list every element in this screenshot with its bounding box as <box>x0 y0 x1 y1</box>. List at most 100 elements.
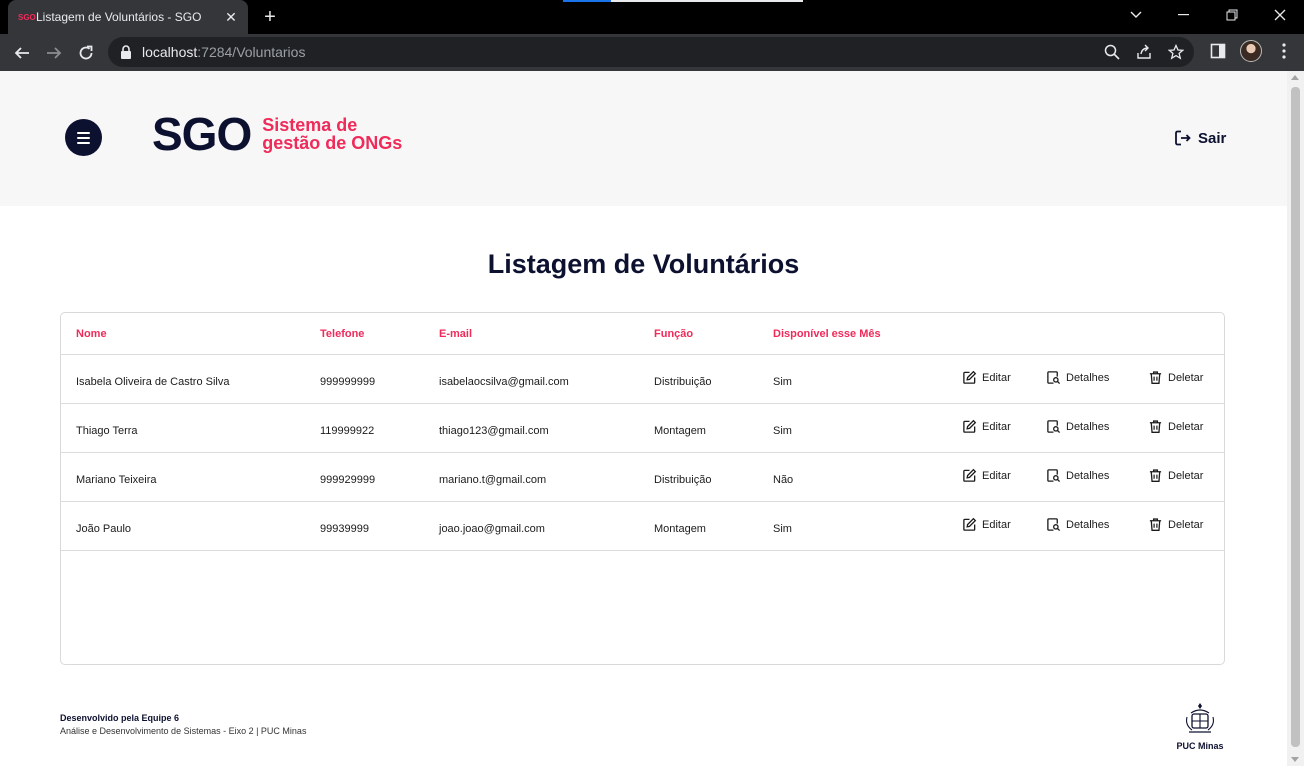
browser-tab[interactable]: SGO Listagem de Voluntários - SGO ✕ <box>8 0 248 34</box>
table-row: João Paulo 99939999 joao.joao@gmail.com … <box>61 502 1224 551</box>
trash-icon <box>1149 469 1162 482</box>
share-icon[interactable] <box>1134 42 1154 62</box>
url-path: :7284/Voluntarios <box>197 44 306 60</box>
logo-mark: SGO <box>152 108 252 160</box>
cell-email: isabelaocsilva@gmail.com <box>439 376 569 388</box>
column-header-funcao: Função <box>654 328 694 340</box>
edit-button[interactable]: Editar <box>962 370 1011 385</box>
scroll-down-arrow-icon[interactable] <box>1291 757 1299 762</box>
scrollbar-thumb[interactable] <box>1291 87 1300 747</box>
browser-toolbar: localhost:7284/Voluntarios <box>0 34 1304 71</box>
table-row: Mariano Teixeira 999929999 mariano.t@gma… <box>61 453 1224 502</box>
scroll-up-arrow-icon[interactable] <box>1291 75 1299 80</box>
bookmark-star-icon[interactable] <box>1166 42 1186 62</box>
puc-logo-text: PUC Minas <box>1176 741 1224 751</box>
cell-email: thiago123@gmail.com <box>439 425 549 437</box>
hamburger-line <box>77 136 90 139</box>
delete-button[interactable]: Deletar <box>1148 517 1203 532</box>
table-row: Thiago Terra 119999922 thiago123@gmail.c… <box>61 404 1224 453</box>
details-button[interactable]: Detalhes <box>1046 468 1109 483</box>
details-icon <box>1047 420 1061 434</box>
cell-funcao: Montagem <box>654 425 706 437</box>
details-label: Detalhes <box>1066 518 1110 531</box>
volunteers-table: Nome Telefone E-mail Função Disponível e… <box>60 312 1225 665</box>
edit-label: Editar <box>982 469 1011 482</box>
back-arrow-icon[interactable] <box>8 39 36 67</box>
hamburger-line <box>77 131 90 134</box>
window-controls <box>1112 0 1304 34</box>
cell-funcao: Distribuição <box>654 474 712 486</box>
edit-button[interactable]: Editar <box>962 419 1011 434</box>
trash-icon <box>1149 420 1162 433</box>
column-header-disponivel: Disponível esse Mês <box>773 328 881 340</box>
edit-button[interactable]: Editar <box>962 468 1011 483</box>
delete-label: Deletar <box>1168 420 1204 433</box>
side-panel-icon[interactable] <box>1208 41 1228 61</box>
cell-disponivel: Sim <box>773 376 792 388</box>
delete-button[interactable]: Deletar <box>1148 419 1203 434</box>
page-scrollbar[interactable] <box>1287 71 1304 766</box>
edit-label: Editar <box>982 420 1011 433</box>
details-button[interactable]: Detalhes <box>1046 419 1109 434</box>
page-content: SGO Sistema de gestão de ONGs Sair Lista… <box>0 71 1287 766</box>
restore-icon[interactable] <box>1208 0 1256 30</box>
trash-icon <box>1149 371 1162 384</box>
hamburger-line <box>77 141 90 144</box>
details-button[interactable]: Detalhes <box>1046 370 1109 385</box>
footer-subtitle: Análise e Desenvolvimento de Sistemas - … <box>60 726 307 736</box>
delete-button[interactable]: Deletar <box>1148 468 1203 483</box>
edit-icon <box>963 419 977 433</box>
forward-arrow-icon[interactable] <box>40 39 68 67</box>
footer-title: Desenvolvido pela Equipe 6 <box>60 713 180 723</box>
lock-icon <box>121 45 131 59</box>
cell-funcao: Montagem <box>654 523 706 535</box>
puc-minas-logo: PUC Minas <box>1172 701 1228 751</box>
tab-close-icon[interactable]: ✕ <box>222 9 240 26</box>
minimize-icon[interactable] <box>1160 0 1208 30</box>
tab-title: Listagem de Voluntários - SGO <box>36 10 202 24</box>
edit-icon <box>963 370 977 384</box>
delete-label: Deletar <box>1168 371 1204 384</box>
edit-label: Editar <box>982 371 1011 384</box>
reload-icon[interactable] <box>72 39 100 67</box>
trash-icon <box>1149 518 1162 531</box>
page-title: Listagem de Voluntários <box>487 249 800 279</box>
logo-subtitle-line1: Sistema de <box>262 115 358 135</box>
cell-disponivel: Sim <box>773 523 792 535</box>
hamburger-menu-button[interactable] <box>65 119 102 156</box>
delete-button[interactable]: Deletar <box>1148 370 1203 385</box>
logo-subtitle: Sistema de gestão de ONGs <box>262 116 402 152</box>
cell-email: mariano.t@gmail.com <box>439 474 547 486</box>
cell-funcao: Distribuição <box>654 376 712 388</box>
column-header-telefone: Telefone <box>320 328 365 340</box>
address-bar[interactable]: localhost:7284/Voluntarios <box>108 37 1194 67</box>
logout-button[interactable]: Sair <box>1174 129 1226 147</box>
cell-nome: João Paulo <box>76 523 132 535</box>
site-logo[interactable]: SGO Sistema de gestão de ONGs <box>152 111 402 157</box>
details-button[interactable]: Detalhes <box>1046 517 1109 532</box>
table-header-row: Nome Telefone E-mail Função Disponível e… <box>61 313 1224 355</box>
cell-disponivel: Não <box>773 474 794 486</box>
browser-menu-icon[interactable] <box>1274 41 1294 61</box>
details-label: Detalhes <box>1066 469 1110 482</box>
new-tab-button[interactable]: + <box>258 5 282 29</box>
cell-email: joao.joao@gmail.com <box>439 523 545 535</box>
puc-crest-icon <box>1186 703 1214 733</box>
details-icon <box>1047 371 1061 385</box>
table-row: Isabela Oliveira de Castro Silva 9999999… <box>61 355 1224 404</box>
edit-button[interactable]: Editar <box>962 517 1011 532</box>
tab-search-icon[interactable] <box>1112 0 1160 30</box>
logout-icon <box>1175 130 1191 146</box>
window-close-icon[interactable] <box>1256 0 1304 30</box>
tab-favicon: SGO <box>18 12 36 22</box>
url-host: localhost <box>142 44 198 60</box>
details-label: Detalhes <box>1066 420 1110 433</box>
edit-label: Editar <box>982 518 1011 531</box>
cell-nome: Isabela Oliveira de Castro Silva <box>76 376 230 388</box>
cell-telefone: 119999922 <box>320 425 375 437</box>
zoom-icon[interactable] <box>1102 42 1122 62</box>
cell-telefone: 999999999 <box>320 376 376 388</box>
site-footer: Desenvolvido pela Equipe 6 Análise e Des… <box>60 713 306 736</box>
profile-avatar[interactable] <box>1240 40 1262 62</box>
site-header: SGO Sistema de gestão de ONGs Sair <box>0 71 1287 206</box>
